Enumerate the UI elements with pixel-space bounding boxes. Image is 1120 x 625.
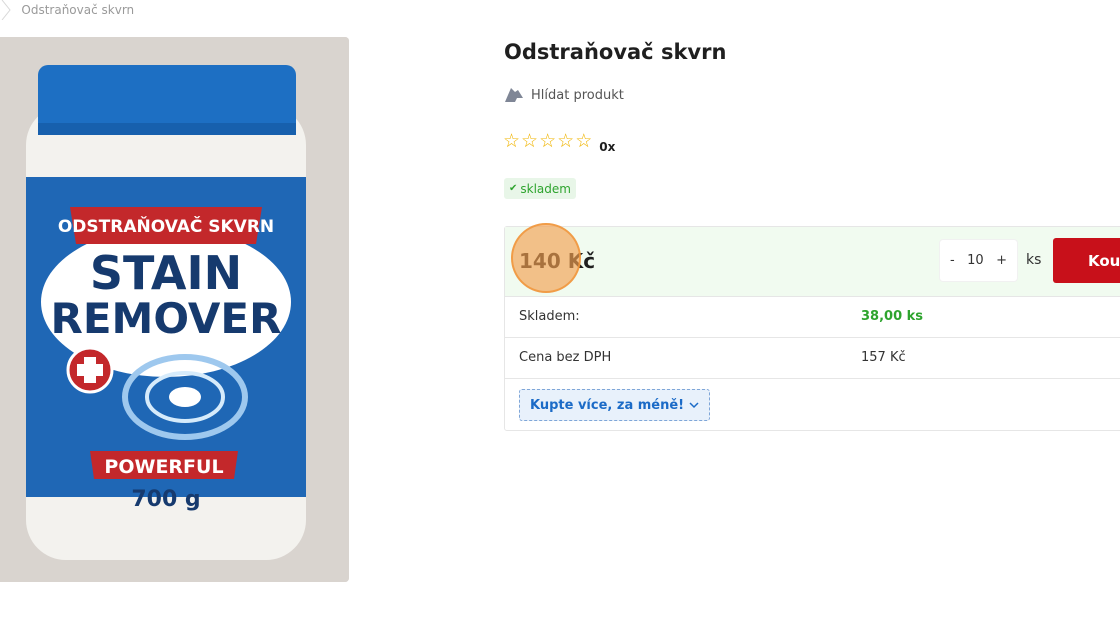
breadcrumb-item-current: Odstraňovač skvrn [21,3,135,17]
buy-button-label: Koup [1088,251,1120,270]
detail-label: Skladem: [519,309,580,324]
detail-row-price-without-vat: Cena bez DPH 157 Kč [505,338,1120,379]
watchdog-icon [505,88,523,102]
image-headline-line2: REMOVER [51,294,282,343]
volume-discount-row: Kupte více, za méně! [505,379,1120,431]
detail-value: 38,00 ks [861,309,924,324]
stock-badge: ✔ skladem [504,178,576,199]
price-header: 140 Kč - 10 + ks Koup [505,223,1120,297]
image-ribbon-text: POWERFUL [104,456,223,478]
volume-discount-label: Kupte více, za méně! [530,397,685,413]
image-headline-line1: STAIN [90,246,242,300]
rating: ☆ ☆ ☆ ☆ ☆ 0x [503,132,615,155]
chevron-right-icon [1,0,12,20]
star-icon[interactable]: ☆ [521,132,538,151]
quantity-stepper[interactable]: - 10 + [940,240,1017,281]
detail-value: 157 Kč [861,350,906,365]
price-box: 140 Kč - 10 + ks Koup Skladem: 38,00 ks … [504,223,1120,431]
image-banner-text: ODSTRAŇOVAČ SKVRN [58,215,274,237]
buy-button[interactable]: Koup [1053,238,1120,283]
star-icon[interactable]: ☆ [575,132,592,151]
quantity-unit: ks [1026,252,1042,268]
product-title: Odstraňovač skvrn [504,40,727,64]
detail-label: Cena bez DPH [519,350,612,365]
star-icon[interactable]: ☆ [557,132,574,151]
breadcrumb: e Odstraňovač skvrn [0,0,134,20]
detail-row-stock: Skladem: 38,00 ks [505,297,1120,338]
click-marker [511,223,581,293]
star-icon[interactable]: ☆ [539,132,556,151]
quantity-input[interactable]: 10 [967,253,984,268]
check-icon: ✔ [509,183,518,194]
image-weight-text: 700 g [131,487,200,512]
increase-button[interactable]: + [996,253,1007,268]
watch-product-button[interactable]: Hlídat produkt [503,84,624,106]
chevron-down-icon [689,401,699,408]
decrease-button[interactable]: - [950,253,955,268]
star-icon[interactable]: ☆ [503,132,520,151]
rating-count[interactable]: 0x [599,140,615,154]
watch-product-label: Hlídat produkt [531,87,624,103]
volume-discount-button[interactable]: Kupte více, za méně! [519,389,711,421]
rating-stars[interactable]: ☆ ☆ ☆ ☆ ☆ [503,132,593,151]
stock-badge-label: skladem [520,181,571,196]
product-image[interactable]: ODSTRAŇOVAČ SKVRN STAIN REMOVER POWERFUL… [0,37,349,582]
